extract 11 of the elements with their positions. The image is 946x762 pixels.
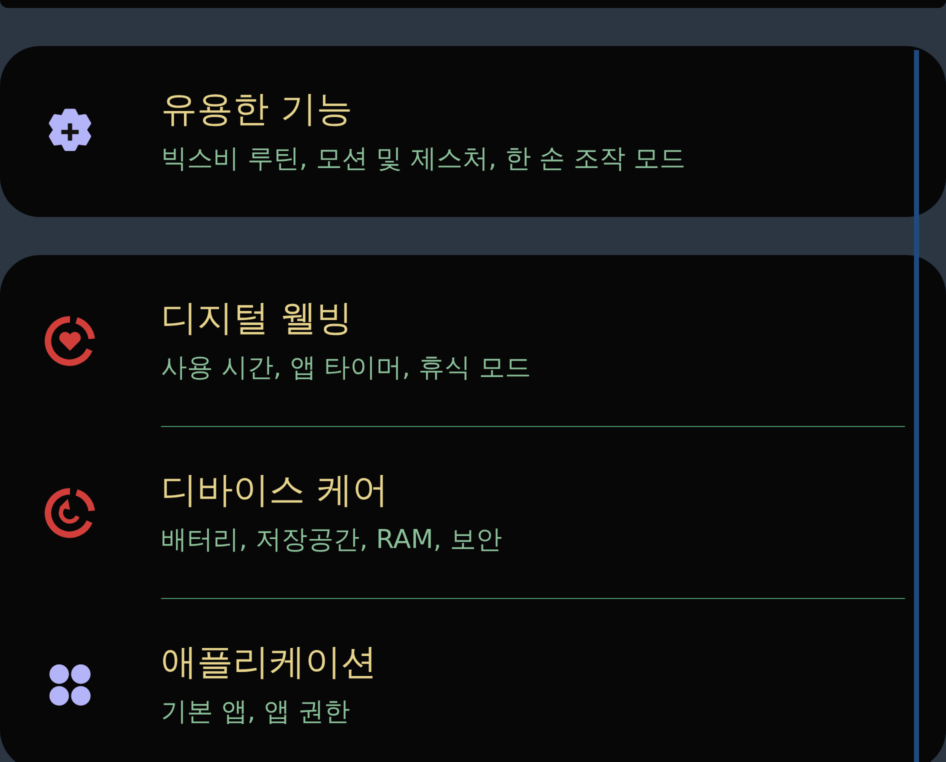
menu-item-subtitle: 배터리, 저장공간, RAM, 보안 xyxy=(161,524,502,556)
menu-item-title[interactable]: 디바이스 케어 xyxy=(161,468,502,514)
menu-item-subtitle: 사용 시간, 앱 타이머, 휴식 모드 xyxy=(161,352,531,384)
scrollbar[interactable] xyxy=(914,50,919,762)
menu-item-title[interactable]: 디지털 웰빙 xyxy=(161,296,531,342)
menu-item-subtitle: 기본 앱, 앱 권한 xyxy=(161,696,352,728)
refresh-ring-icon xyxy=(44,486,96,538)
menu-item-subtitle: 빅스비 루틴, 모션 및 제스처, 한 손 조작 모드 xyxy=(161,142,686,176)
heart-ring-icon xyxy=(44,314,96,366)
menu-item-title[interactable]: 유용한 기능 xyxy=(161,86,686,132)
menu-item-title[interactable]: 애플리케이션 xyxy=(161,640,377,686)
